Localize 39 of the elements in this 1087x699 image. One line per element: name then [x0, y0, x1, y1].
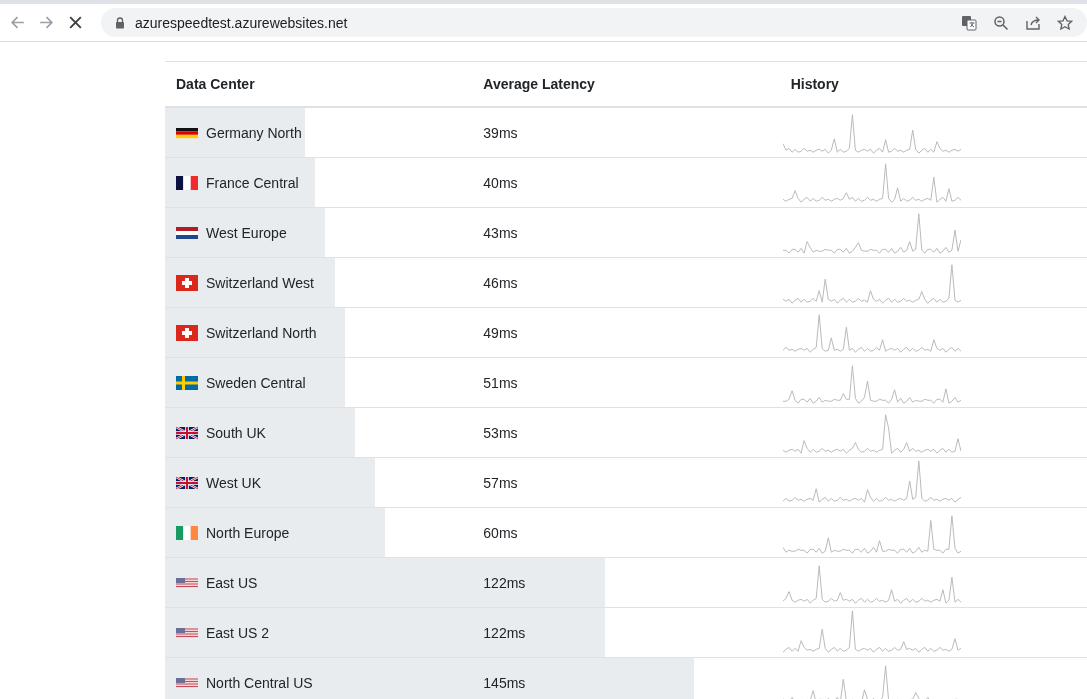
data-center-name: West Europe: [206, 224, 287, 241]
column-header: Average Latency: [482, 76, 596, 92]
latency-value: 145ms: [483, 674, 526, 691]
latency-value: 57ms: [483, 474, 518, 491]
latency-value: 39ms: [483, 124, 518, 141]
data-center-name: Sweden Central: [206, 374, 306, 391]
data-center-name: South UK: [206, 424, 266, 441]
latency-value: 53ms: [483, 424, 518, 441]
data-center-name: West UK: [206, 474, 261, 491]
latency-value: 46ms: [483, 274, 518, 291]
data-center-name: East US 2: [206, 624, 270, 641]
latency-value: 122ms: [483, 574, 526, 591]
share-icon[interactable]: [1025, 14, 1041, 31]
data-center-name: Germany North: [206, 124, 302, 141]
back-icon[interactable]: [9, 14, 26, 31]
latency-value: 122ms: [483, 624, 526, 641]
flag-icon: [176, 224, 198, 241]
flag-icon: [176, 174, 198, 191]
latency-value: 60ms: [483, 524, 518, 541]
star-icon[interactable]: [1057, 14, 1073, 31]
data-center-name: Switzerland West: [206, 274, 314, 291]
data-center-name: France Central: [206, 174, 299, 191]
column-header: History: [789, 76, 840, 92]
data-center-name: North Central US: [206, 674, 313, 691]
translate-icon[interactable]: [961, 14, 977, 31]
latency-value: 49ms: [483, 324, 518, 341]
latency-value: 40ms: [483, 174, 518, 191]
data-center-name: North Europe: [206, 524, 290, 541]
column-header: Data Center: [175, 76, 256, 92]
flag-icon: [176, 524, 198, 541]
latency-value: 43ms: [483, 224, 518, 241]
zoom-out-icon[interactable]: [993, 14, 1009, 31]
lock-icon: [115, 16, 125, 29]
forward-icon[interactable]: [38, 14, 55, 31]
data-center-name: Switzerland North: [206, 324, 317, 341]
data-center-name: East US: [206, 574, 258, 591]
latency-value: 51ms: [483, 374, 518, 391]
address-bar[interactable]: azurespeedtest.azurewebsites.net: [101, 8, 1087, 37]
stop-icon[interactable]: [67, 14, 84, 31]
